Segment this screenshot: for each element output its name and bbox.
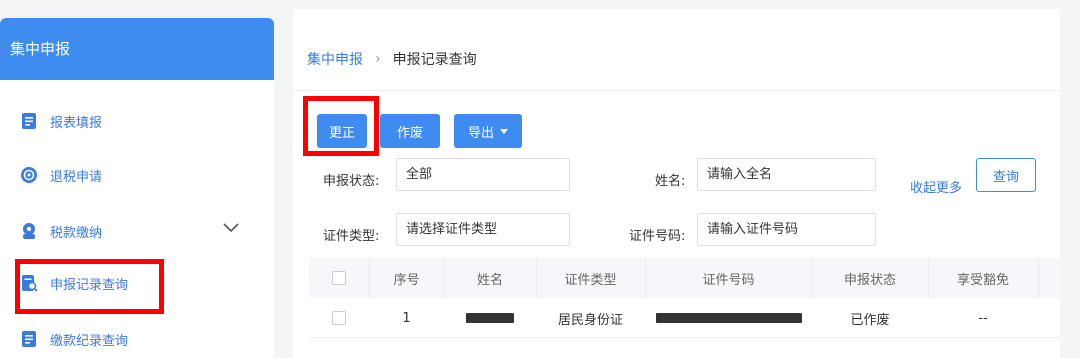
idnum-input[interactable]: 请输入证件号码 xyxy=(697,213,876,246)
cell-index: 1 xyxy=(402,310,411,326)
highlight-box-record-search xyxy=(15,259,164,314)
idnum-label: 证件号码: xyxy=(629,229,686,244)
refund-icon xyxy=(20,166,38,184)
cell-id-number-redacted xyxy=(645,298,812,338)
select-all-checkbox[interactable] xyxy=(332,271,346,285)
breadcrumb-parent[interactable]: 集中申报 xyxy=(307,49,363,69)
table-header-row: 序号 姓名 证件类型 证件号码 申报状态 享受豁免 xyxy=(309,258,1060,298)
header-index: 序号 xyxy=(393,272,420,288)
row-checkbox-cell xyxy=(309,298,369,338)
tax-payment-icon xyxy=(20,222,38,240)
sidebar-title: 集中申报 xyxy=(0,18,274,80)
header-exempt: 享受豁免 xyxy=(956,272,1009,288)
export-label: 导出 xyxy=(467,125,494,141)
row-checkbox[interactable] xyxy=(332,311,346,325)
main-panel: 集中申报 › 申报记录查询 更正 作废 导出 申报状态: 全部 姓名: 请输入全… xyxy=(293,9,1060,358)
divider xyxy=(293,90,1060,91)
chevron-down-icon[interactable] xyxy=(222,218,240,236)
query-button[interactable]: 查询 xyxy=(976,158,1036,192)
cell-exempt: -- xyxy=(978,310,988,326)
redaction-mask xyxy=(466,313,514,323)
header-id-type: 证件类型 xyxy=(564,272,617,288)
sidebar-item-tax-payment[interactable]: 税款缴纳 xyxy=(20,216,102,246)
status-label: 申报状态: xyxy=(323,174,380,189)
name-label: 姓名: xyxy=(655,174,686,189)
header-name: 姓名 xyxy=(476,272,503,288)
name-input[interactable]: 请输入全名 xyxy=(697,158,876,191)
caret-down-icon xyxy=(500,128,508,134)
idtype-label: 证件类型: xyxy=(323,229,380,244)
void-button[interactable]: 作废 xyxy=(380,114,440,148)
header-status: 申报状态 xyxy=(843,272,896,288)
highlight-box-correct xyxy=(303,96,379,156)
cell-status: 已作废 xyxy=(850,312,890,328)
table-row[interactable]: 1 居民身份证 已作废 -- xyxy=(309,298,1060,338)
sidebar-item-label: 退税申请 xyxy=(50,169,103,185)
sidebar-item-label: 税款缴纳 xyxy=(50,225,103,241)
sidebar-item-report[interactable]: 报表填报 xyxy=(20,106,102,136)
records-table: 序号 姓名 证件类型 证件号码 申报状态 享受豁免 1 居民身份证 已作废 -- xyxy=(309,258,1060,338)
redaction-mask xyxy=(655,313,802,323)
sidebar-item-label: 缴款纪录查询 xyxy=(50,333,129,349)
breadcrumb-current: 申报记录查询 xyxy=(392,52,477,68)
breadcrumb: 集中申报 › 申报记录查询 xyxy=(307,49,477,69)
status-select[interactable]: 全部 xyxy=(396,158,570,191)
cell-name-redacted xyxy=(444,298,536,338)
collapse-more-link[interactable]: 收起更多 xyxy=(910,177,962,196)
sidebar-item-refund[interactable]: 退税申请 xyxy=(20,160,102,190)
header-checkbox-cell xyxy=(309,258,369,298)
sidebar-item-label: 报表填报 xyxy=(50,115,103,131)
header-id-number: 证件号码 xyxy=(702,272,755,288)
idtype-select[interactable]: 请选择证件类型 xyxy=(396,213,570,246)
payment-record-icon xyxy=(20,330,38,348)
cell-id-type: 居民身份证 xyxy=(557,312,623,328)
report-icon xyxy=(20,112,38,130)
breadcrumb-separator: › xyxy=(375,51,381,67)
export-button[interactable]: 导出 xyxy=(454,114,522,148)
sidebar-item-payment-record[interactable]: 缴款纪录查询 xyxy=(20,324,128,354)
